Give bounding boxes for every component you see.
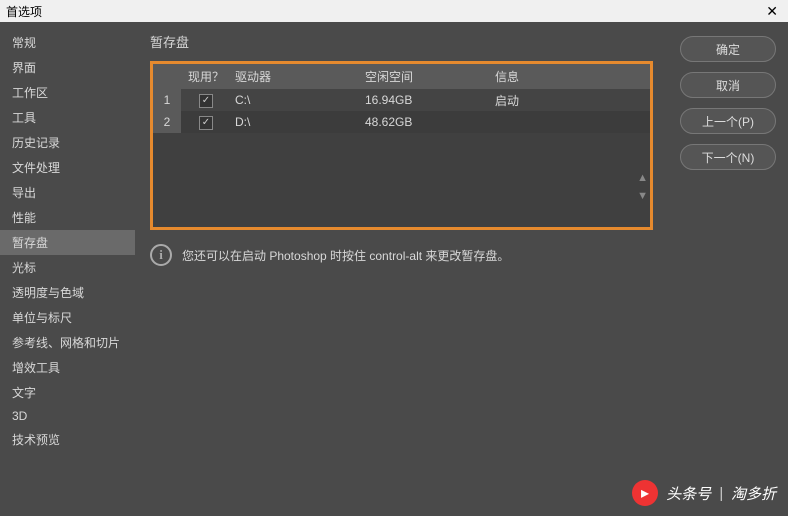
cell-info: 启动 (491, 92, 650, 109)
sidebar-item-2[interactable]: 工作区 (0, 80, 135, 105)
ok-button[interactable]: 确定 (680, 36, 776, 62)
panel-title: 暂存盘 (150, 32, 653, 51)
sidebar-item-6[interactable]: 导出 (0, 180, 135, 205)
header-drive: 驱动器 (231, 68, 361, 85)
sidebar-item-10[interactable]: 透明度与色域 (0, 280, 135, 305)
watermark-icon: ▸ (632, 480, 658, 506)
move-down-icon[interactable]: ▼ (637, 190, 648, 202)
table-row[interactable]: 2 ✓ D:\48.62GB (153, 111, 650, 133)
sidebar: 常规界面工作区工具历史记录文件处理导出性能暂存盘光标透明度与色域单位与标尺参考线… (0, 22, 135, 474)
close-icon[interactable]: ✕ (762, 3, 782, 20)
checkbox-icon[interactable]: ✓ (199, 94, 213, 108)
cell-free: 16.94GB (361, 93, 491, 107)
watermark-source: 头条号 (666, 483, 711, 504)
scratch-disk-table: 现用？ 驱动器 空闲空间 信息 1 ✓ C:\16.94GB启动 2 ✓ D:\48.62… (150, 61, 653, 230)
next-button[interactable]: 下一个(N) (680, 144, 776, 170)
sidebar-item-8[interactable]: 暂存盘 (0, 230, 135, 255)
sidebar-item-5[interactable]: 文件处理 (0, 155, 135, 180)
row-number: 2 (153, 111, 181, 133)
watermark: ▸ 头条号 | 淘多折 (632, 480, 776, 506)
header-use: 现用？ (181, 68, 231, 85)
header-free: 空闲空间 (361, 68, 491, 85)
table-row[interactable]: 1 ✓ C:\16.94GB启动 (153, 89, 650, 111)
sidebar-item-15[interactable]: 3D (0, 405, 135, 427)
sidebar-item-3[interactable]: 工具 (0, 105, 135, 130)
sidebar-item-9[interactable]: 光标 (0, 255, 135, 280)
sidebar-item-13[interactable]: 增效工具 (0, 355, 135, 380)
hint-text: 您还可以在启动 Photoshop 时按住 control-alt 来更改暂存盘… (182, 247, 509, 264)
checkbox-icon[interactable]: ✓ (199, 116, 213, 130)
cancel-button[interactable]: 取消 (680, 72, 776, 98)
sidebar-item-7[interactable]: 性能 (0, 205, 135, 230)
sidebar-item-14[interactable]: 文字 (0, 380, 135, 405)
prev-button[interactable]: 上一个(P) (680, 108, 776, 134)
cell-drive: D:\ (231, 115, 361, 129)
sidebar-item-11[interactable]: 单位与标尺 (0, 305, 135, 330)
info-icon: i (150, 244, 172, 266)
sidebar-item-4[interactable]: 历史记录 (0, 130, 135, 155)
window-title: 首选项 (6, 3, 42, 20)
cell-free: 48.62GB (361, 115, 491, 129)
sidebar-item-12[interactable]: 参考线、网格和切片 (0, 330, 135, 355)
cell-drive: C:\ (231, 93, 361, 107)
move-up-icon[interactable]: ▲ (637, 172, 648, 184)
header-info: 信息 (491, 68, 650, 85)
sidebar-item-1[interactable]: 界面 (0, 55, 135, 80)
sidebar-item-0[interactable]: 常规 (0, 30, 135, 55)
sidebar-item-16[interactable]: 技术预览 (0, 427, 135, 452)
watermark-name: 淘多折 (731, 483, 776, 504)
row-number: 1 (153, 89, 181, 111)
